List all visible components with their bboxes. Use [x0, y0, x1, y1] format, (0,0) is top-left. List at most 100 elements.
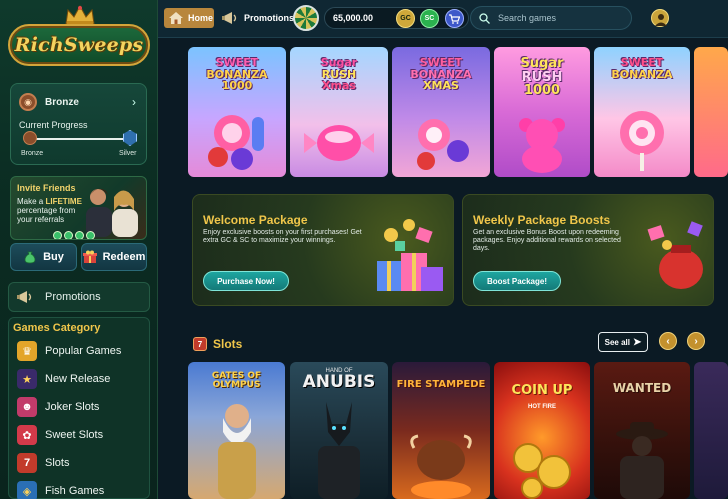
sidebar-item-popular-games[interactable]: ♛ Popular Games — [17, 340, 121, 362]
title-line-1: Sugar — [520, 56, 564, 71]
title-line-2: RUSH — [521, 69, 563, 85]
game-title: SWEET BONANZA 1000 — [188, 57, 286, 92]
search-input[interactable] — [498, 13, 618, 23]
logo-banner: RichSweeps — [8, 24, 150, 66]
gift-icon — [82, 250, 97, 263]
invite-body-pre: Make a — [17, 197, 46, 206]
sidebar-item-label: Promotions — [45, 291, 101, 303]
lollipop-icon — [620, 111, 664, 171]
invite-body-post: percentage from your referrals — [17, 206, 76, 224]
game-tile-sweet-bonanza[interactable]: SWEET BONANZA — [594, 47, 690, 177]
slot-tile-wanted[interactable]: WANTED — [594, 362, 690, 499]
vip-tier-card[interactable]: ◉ Bronze › Current Progress Bronze Silve… — [10, 83, 147, 165]
sidebar-item-label: Joker Slots — [45, 401, 100, 413]
gc-currency-toggle[interactable]: GC — [396, 9, 415, 28]
buffalo-art-icon — [410, 434, 472, 499]
search-bar[interactable] — [470, 6, 632, 30]
tier-row[interactable]: ◉ Bronze › — [19, 92, 140, 112]
progress-from-tier: Bronze — [21, 150, 44, 157]
redeem-button[interactable]: Redeem — [81, 243, 147, 271]
sidebar-item-joker-slots[interactable]: ☻ Joker Slots — [17, 396, 99, 418]
title-line-1: SWEET — [215, 56, 259, 69]
zeus-art-icon — [218, 404, 256, 499]
slot-tile-coin-up[interactable]: COIN UP HOT FIRE — [494, 362, 590, 499]
game-tile-sugar-rush-xmas[interactable]: Sugar RUSH Xmas — [290, 47, 388, 177]
purchase-now-button[interactable]: Purchase Now! — [203, 271, 289, 291]
slot-title: FIRE STAMPEDE — [396, 379, 486, 390]
brand-logo[interactable]: RichSweeps — [6, 4, 152, 76]
trophy-icon: ◉ — [19, 93, 37, 111]
invite-friends-banner[interactable]: Invite Friends Make a LIFETIME percentag… — [10, 176, 147, 240]
seven-icon: 7 — [17, 453, 37, 473]
chevron-right-icon: › — [694, 335, 698, 347]
game-title: Sugar RUSH 1000 — [494, 57, 590, 98]
game-tile-sweet-bonanza-1000[interactable]: SWEET BONANZA 1000 — [188, 47, 286, 177]
weekly-boosts-card[interactable]: Weekly Package Boosts Get an exclusive B… — [462, 194, 714, 306]
game-tile-sugar-rush-1000[interactable]: Sugar RUSH 1000 — [494, 47, 590, 177]
home-button[interactable]: Home — [164, 8, 214, 28]
buy-button[interactable]: Buy — [10, 243, 77, 271]
carousel-prev-button[interactable]: ‹ — [659, 332, 677, 350]
sidebar-item-label: Fish Games — [45, 485, 105, 497]
carousel-next-button[interactable]: › — [687, 332, 705, 350]
money-bag-icon — [24, 251, 36, 264]
game-tile-sweet-bonanza-xmas[interactable]: SWEET BONANZA XMAS — [392, 47, 490, 177]
top-promotions-button[interactable]: Promotions — [222, 8, 294, 28]
slot-tile-partial[interactable] — [694, 362, 728, 499]
prize-wheel-icon[interactable] — [293, 5, 319, 31]
slot-title: GATES OF OLYMPUS — [211, 371, 262, 391]
cowboy-art-icon — [616, 422, 668, 499]
game-tile-partial[interactable] — [694, 47, 728, 177]
candy-icon: ✿ — [17, 425, 37, 445]
title-line-1: SWEET — [620, 56, 664, 69]
boost-package-button[interactable]: Boost Package! — [473, 271, 561, 291]
weekly-boosts-desc: Get an exclusive Bonus Boost upon redeem… — [473, 229, 621, 252]
slot-tile-gates-of-olympus[interactable]: GATES OF OLYMPUS — [188, 362, 285, 499]
joker-icon: ☻ — [17, 397, 37, 417]
sidebar-item-label: Popular Games — [45, 345, 122, 357]
invite-body: Make a LIFETIME percentage from your ref… — [17, 197, 85, 224]
game-title: Sugar RUSH Xmas — [290, 57, 388, 92]
progress-label: Current Progress — [19, 120, 88, 130]
user-avatar[interactable] — [651, 9, 669, 27]
title-line-3: XMAS — [423, 79, 459, 93]
slots-seven-icon: 7 — [193, 337, 207, 351]
games-category-title: Games Category — [13, 322, 101, 334]
crown-icon — [65, 4, 95, 25]
candy-art-icon — [417, 119, 469, 170]
tier-progress-bar — [29, 138, 129, 140]
sidebar: RichSweeps ◉ Bronze › Current Progress B… — [0, 0, 158, 499]
title-line-1: SWEET — [419, 56, 463, 69]
slot-tile-hand-of-anubis[interactable]: HAND OF ANUBIS — [290, 362, 388, 499]
welcome-package-card[interactable]: Welcome Package Enjoy exclusive boosts o… — [192, 194, 454, 306]
anubis-art-icon — [318, 402, 360, 499]
slot-tile-fire-stampede[interactable]: FIRE STAMPEDE — [392, 362, 490, 499]
sidebar-item-fish-games[interactable]: ◈ Fish Games — [17, 480, 104, 499]
balance-display[interactable]: 65,000.00 GC SC — [324, 7, 469, 29]
sidebar-item-slots[interactable]: 7 Slots — [17, 452, 69, 474]
gift-sack-illustration — [647, 221, 703, 289]
weekly-boosts-title: Weekly Package Boosts — [473, 213, 611, 227]
slot-title: WANTED — [612, 381, 672, 395]
sidebar-item-sweet-slots[interactable]: ✿ Sweet Slots — [17, 424, 103, 446]
tier-name: Bronze — [45, 96, 79, 108]
buy-label: Buy — [43, 251, 64, 263]
sc-currency-toggle[interactable]: SC — [420, 9, 439, 28]
game-title: SWEET BONANZA — [594, 57, 690, 80]
slots-section-title: Slots — [213, 337, 243, 351]
chevron-right-icon[interactable]: › — [128, 96, 140, 108]
slots-section-header: 7 Slots — [193, 337, 242, 351]
sidebar-item-new-release[interactable]: ★ New Release — [17, 368, 110, 390]
brand-name: RichSweeps — [14, 34, 144, 56]
title-line-3: 1000 — [221, 79, 253, 93]
home-label: Home — [188, 13, 214, 23]
see-all-button[interactable]: See all ➤ — [598, 332, 648, 352]
promotions-label: Promotions — [244, 13, 295, 23]
sidebar-item-promotions[interactable]: Promotions — [8, 282, 150, 312]
gifts-illustration — [377, 219, 443, 291]
title-line-3: 1000 — [523, 83, 561, 99]
games-category-panel: Games Category ♛ Popular Games ★ New Rel… — [8, 317, 150, 499]
cart-icon[interactable] — [445, 9, 464, 28]
sidebar-item-label: Slots — [45, 457, 70, 469]
slot-title: COIN UP — [511, 383, 573, 398]
